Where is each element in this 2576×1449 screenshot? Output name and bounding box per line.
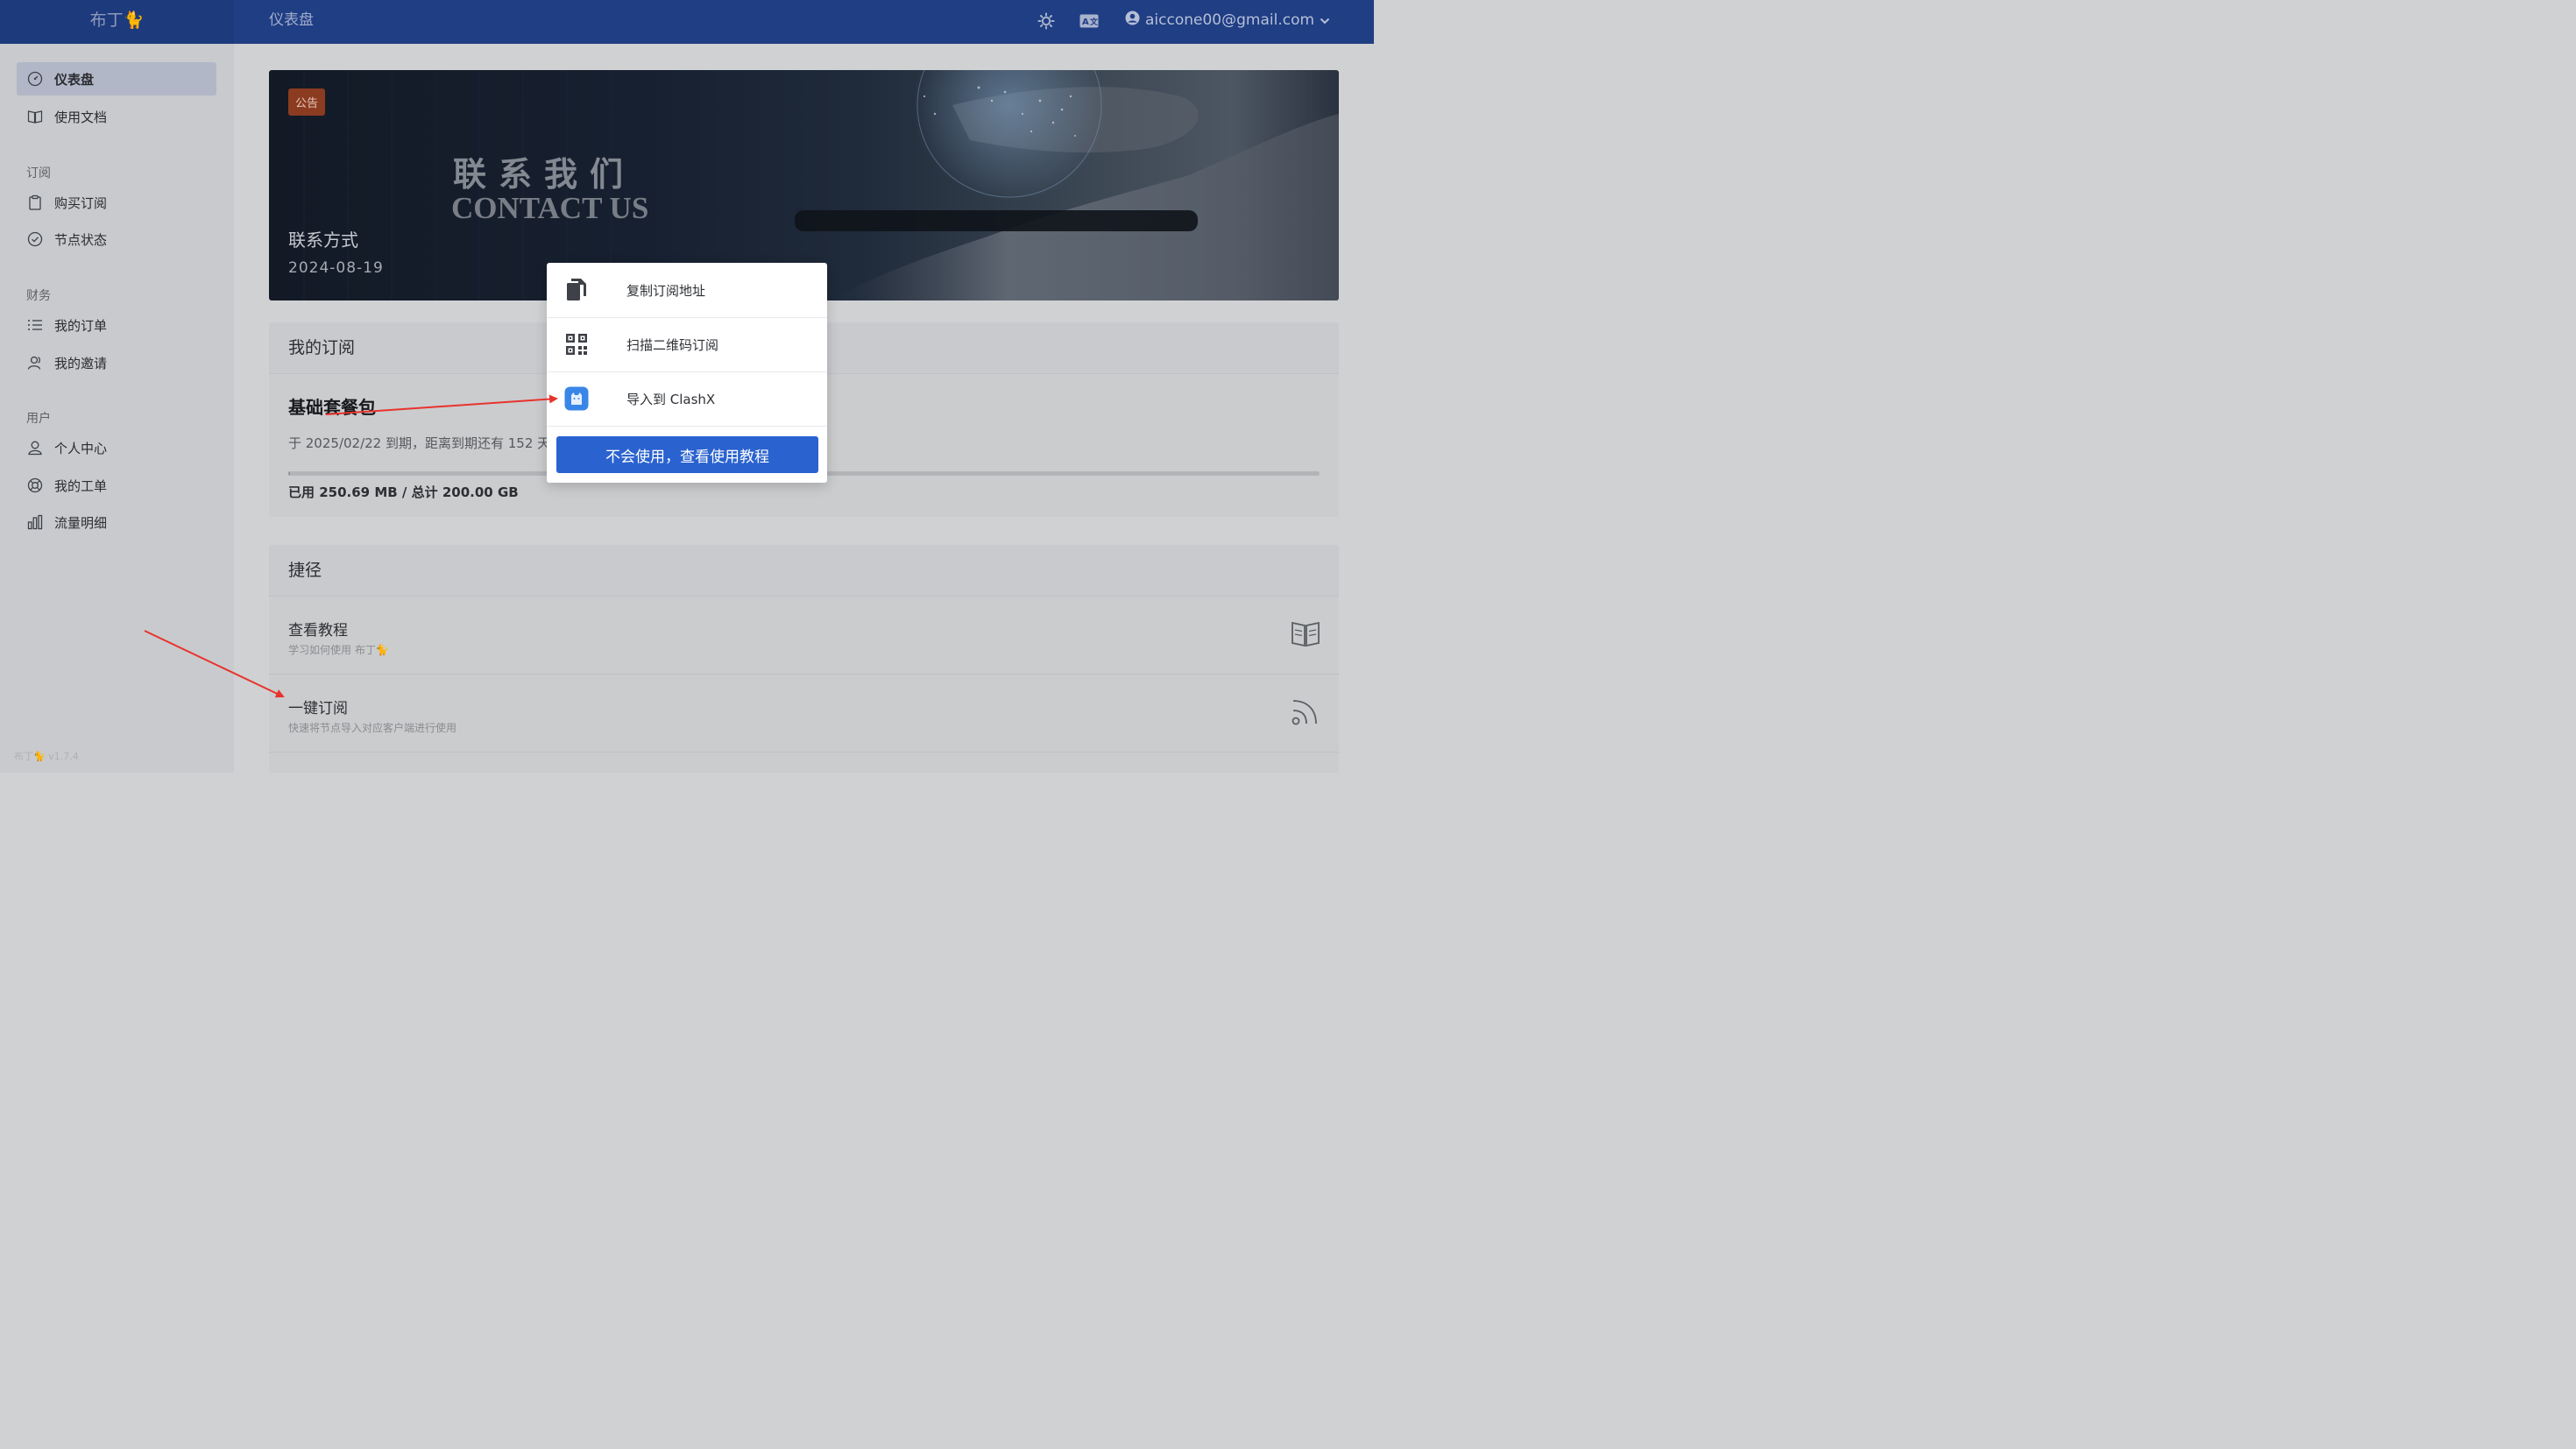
banner-art-cn: 联系我们 <box>453 154 636 194</box>
sidebar-item-buy-subscription[interactable]: 购买订阅 <box>17 186 216 219</box>
shortcut-subtitle: 快速将节点导入对应客户端进行使用 <box>288 722 457 734</box>
announcement-date: 2024-08-19 <box>288 259 384 277</box>
plan-expiry-text: 于 2025/02/22 到期，距离到期还有 152 天。 <box>288 435 564 451</box>
shortcut-view-tutorial[interactable]: 查看教程 学习如何使用 布丁🐈 <box>269 597 1339 675</box>
sidebar-item-label: 仪表盘 <box>54 71 95 88</box>
sidebar-item-label: 节点状态 <box>54 231 108 248</box>
clashx-cat-icon <box>564 386 589 411</box>
sidebar-item-label: 流量明细 <box>54 514 108 531</box>
sidebar-item-my-orders[interactable]: 我的订单 <box>17 308 216 342</box>
list-icon <box>25 315 45 335</box>
support-lifebuoy-icon <box>25 476 45 495</box>
sidebar-item-label: 个人中心 <box>54 440 108 456</box>
clipboard-icon <box>25 193 45 212</box>
users-icon <box>25 353 45 372</box>
book-icon <box>25 107 45 126</box>
shortcuts-body: 查看教程 学习如何使用 布丁🐈 一键订阅 快速将节点导入对应客户端进行使用 <box>269 597 1339 773</box>
shortcut-subtitle: 学习如何使用 布丁🐈 <box>288 644 389 656</box>
shortcut-one-click-subscribe[interactable]: 一键订阅 快速将节点导入对应客户端进行使用 <box>269 675 1339 753</box>
menu-item-label: 复制订阅地址 <box>626 282 706 299</box>
subscribe-popup-menu: 复制订阅地址 扫描二维码订阅 导入到 ClashX 不会使用，查看使用教程 <box>547 263 827 483</box>
plan-name: 基础套餐包 <box>288 397 376 418</box>
check-circle-icon <box>25 230 45 249</box>
svg-text:A: A <box>1082 18 1089 27</box>
sidebar-item-node-status[interactable]: 节点状态 <box>17 223 216 256</box>
user-circle-icon <box>1125 11 1140 30</box>
bar-chart-icon <box>25 512 45 532</box>
shortcuts-card: 捷径 查看教程 学习如何使用 布丁🐈 一键订阅 快速将节点导入对应客户端进行使用 <box>269 545 1339 773</box>
sidebar-item-traffic[interactable]: 流量明细 <box>17 505 216 539</box>
menu-item-label: 导入到 ClashX <box>626 391 716 407</box>
usage-progress-fill <box>288 471 290 476</box>
sidebar-group-title: 财务 <box>26 289 51 303</box>
sidebar-item-tickets[interactable]: 我的工单 <box>17 469 216 502</box>
language-translate-icon[interactable]: A 文 <box>1079 11 1099 31</box>
shortcut-title: 一键订阅 <box>288 700 348 717</box>
announcement-badge: 公告 <box>288 88 326 116</box>
view-tutorial-button[interactable]: 不会使用，查看使用教程 <box>556 436 818 473</box>
menu-item-label: 扫描二维码订阅 <box>626 336 719 353</box>
sidebar-item-profile[interactable]: 个人中心 <box>17 431 216 464</box>
menu-item-scan-qr[interactable]: 扫描二维码订阅 <box>547 317 827 372</box>
shortcut-title: 查看教程 <box>288 622 348 640</box>
dashboard-gauge-icon <box>25 69 45 88</box>
theme-sun-icon[interactable] <box>1037 11 1056 31</box>
announcement-title: 联系方式 <box>288 230 358 251</box>
rss-feed-icon <box>1290 696 1321 727</box>
app-version: 布丁🐈 v1.7.4 <box>14 751 79 762</box>
book-open-icon <box>1290 618 1321 649</box>
user-email: aiccone00@gmail.com <box>1145 11 1315 29</box>
usage-text: 已用 250.69 MB / 总计 200.00 GB <box>288 484 519 500</box>
brand-logo[interactable]: 布丁🐈 <box>0 0 234 44</box>
menu-item-import-clashx[interactable]: 导入到 ClashX <box>547 371 827 427</box>
svg-text:文: 文 <box>1089 17 1099 27</box>
page-title: 仪表盘 <box>269 11 314 29</box>
sidebar-item-label: 我的邀请 <box>54 355 108 371</box>
menu-item-copy-subscription[interactable]: 复制订阅地址 <box>547 263 827 318</box>
copy-icon <box>564 278 589 302</box>
sidebar-item-my-invites[interactable]: 我的邀请 <box>17 346 216 379</box>
chevron-down-icon <box>1320 11 1330 29</box>
banner-art-en: CONTACT US <box>451 191 649 225</box>
sidebar-group-title: 用户 <box>26 412 51 426</box>
card-title: 捷径 <box>269 545 1339 597</box>
user-icon <box>25 438 45 457</box>
sidebar-item-dashboard[interactable]: 仪表盘 <box>17 62 216 95</box>
sidebar-item-label: 我的订单 <box>54 317 108 334</box>
sidebar-item-docs[interactable]: 使用文档 <box>17 100 216 133</box>
sidebar-item-label: 使用文档 <box>54 109 108 125</box>
user-menu[interactable]: aiccone00@gmail.com <box>1125 0 1330 40</box>
qrcode-icon <box>564 332 589 357</box>
sidebar-item-label: 购买订阅 <box>54 194 108 211</box>
sidebar-item-label: 我的工单 <box>54 477 108 494</box>
top-header: 布丁🐈 仪表盘 A 文 aiccone00@gmail.com <box>0 0 1374 44</box>
sidebar-group-title: 订阅 <box>26 166 51 180</box>
sidebar: 仪表盘 使用文档 订阅 购买订阅 节点状态 财务 我的订单 我的邀请 用户 个人… <box>0 44 234 773</box>
